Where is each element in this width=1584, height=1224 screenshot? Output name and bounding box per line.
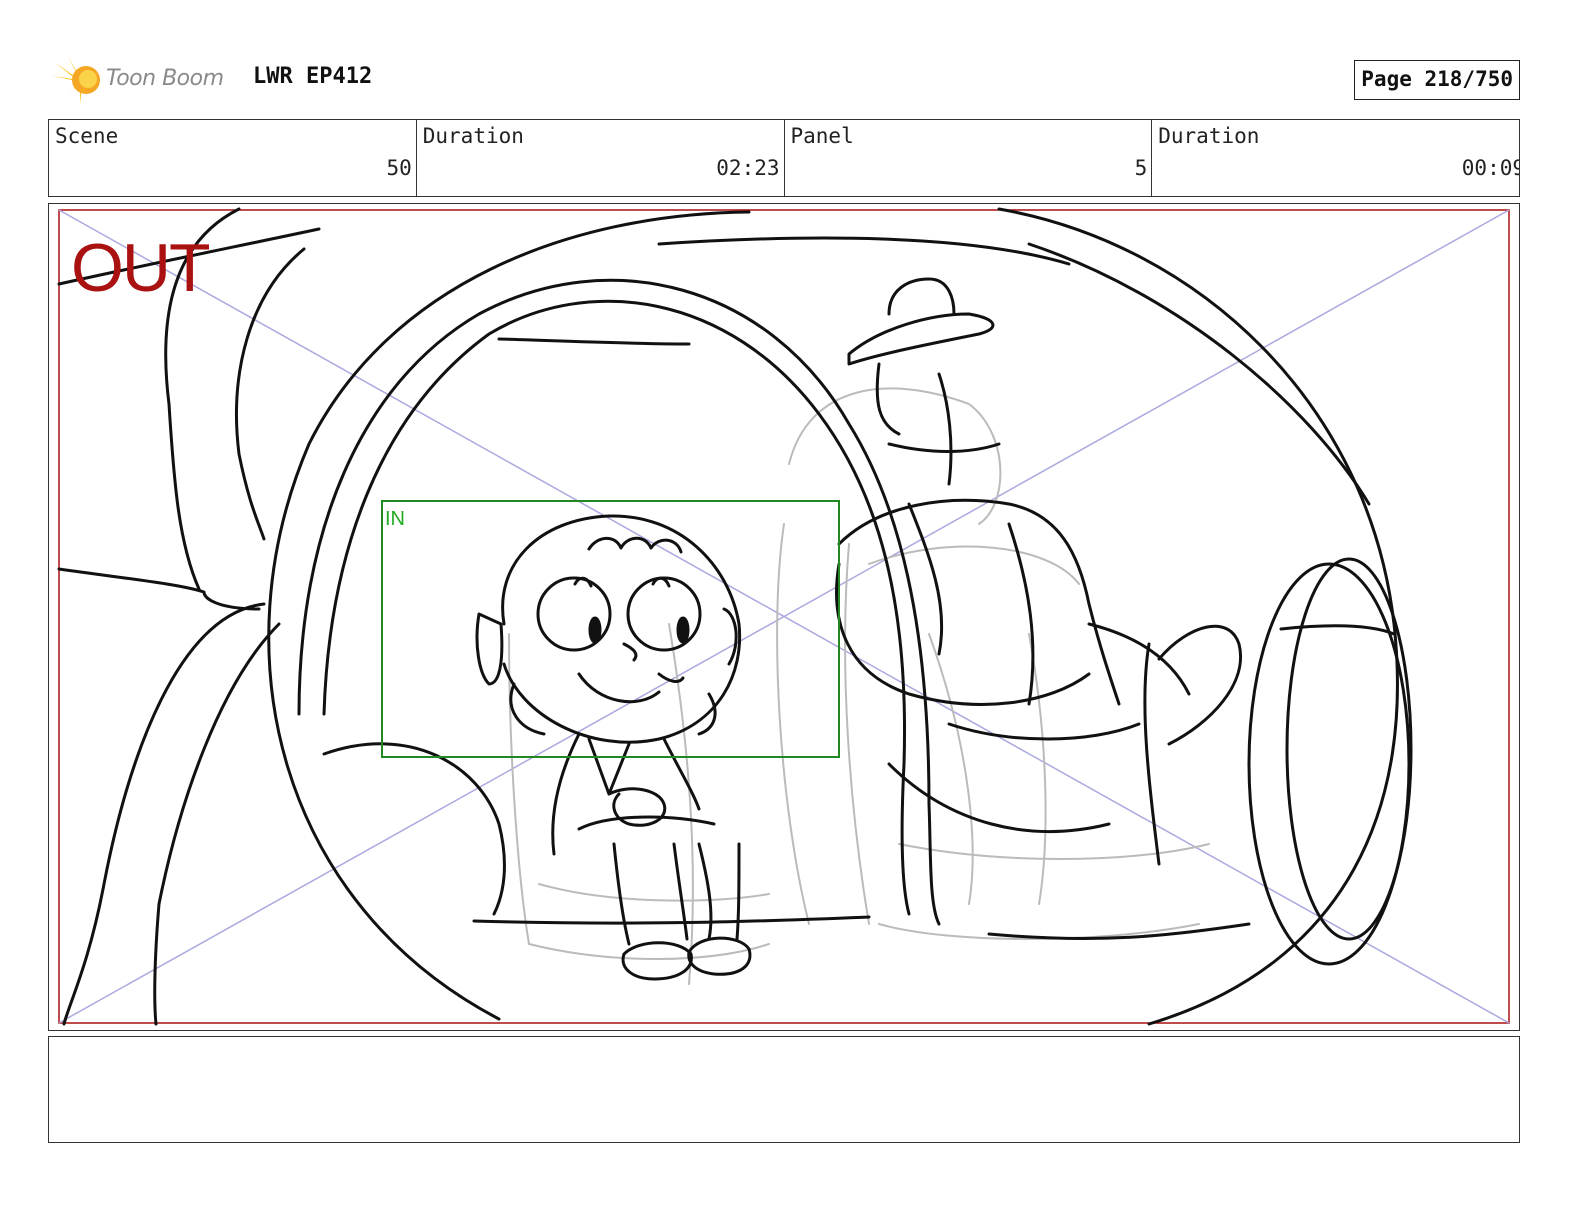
dialogue-box (48, 1036, 1520, 1143)
page-indicator: Page 218/750 (1354, 60, 1520, 100)
logo-text: Toon Boom (106, 66, 224, 91)
scene-duration-label: Duration (422, 124, 524, 148)
panel-duration-label: Duration (1158, 124, 1260, 148)
scene-label: Scene (55, 124, 119, 148)
starburst-logo-icon (52, 56, 100, 104)
scene-value: 50 (386, 156, 412, 180)
scene-info-table: Scene 50 Duration 02:23 Panel 5 Duration… (48, 119, 1520, 197)
page-header: Toon Boom LWR EP412 Page 218/750 (48, 52, 1520, 108)
storyboard-panel: OUT IN (48, 203, 1520, 1031)
scene-cell: Scene 50 (49, 120, 417, 196)
panel-cell: Panel 5 (785, 120, 1153, 196)
project-title: LWR EP412 (253, 64, 373, 89)
toon-boom-logo: Toon Boom (50, 54, 240, 106)
rough-sketch (508, 387, 1210, 985)
in-label: IN (385, 508, 405, 530)
scene-duration-cell: Duration 02:23 (417, 120, 785, 196)
panel-duration-cell: Duration 00:09 (1152, 120, 1519, 196)
out-label: OUT (71, 230, 211, 306)
line-art (57, 207, 1413, 1026)
scene-duration-value: 02:23 (716, 156, 780, 180)
panel-drawing (57, 207, 1510, 1026)
panel-duration-value: 00:09 (1461, 156, 1519, 180)
panel-label: Panel (790, 124, 854, 148)
panel-value: 5 (1134, 156, 1148, 180)
